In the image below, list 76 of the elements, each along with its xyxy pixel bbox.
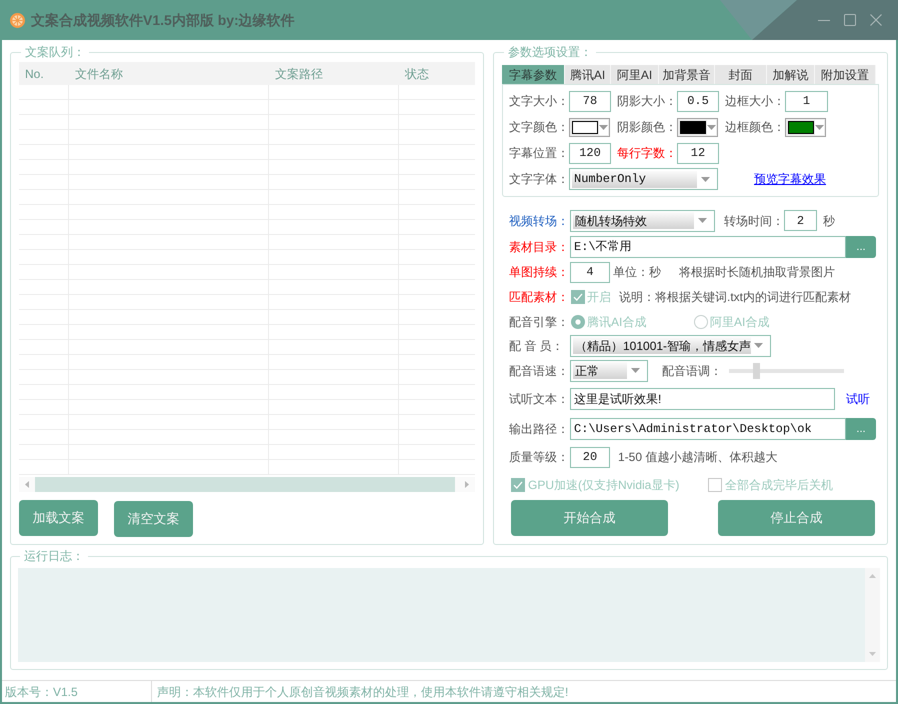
tab[interactable]: 附加设置: [815, 65, 876, 84]
hint-text: 1-50 值越小越清晰、体积越大: [618, 449, 778, 466]
hint-text: 将根据时长随机抽取背景图片: [679, 264, 835, 281]
caret-icon: [630, 368, 640, 373]
field-label: 配 音 员：: [509, 338, 565, 352]
hint-text: 说明：将根据关键词.txt内的词进行匹配素材: [619, 289, 852, 306]
scroll-up-icon[interactable]: [869, 574, 876, 578]
field-label: 阴影颜色：: [617, 120, 677, 134]
caret-icon: [599, 124, 608, 130]
field-label: 转场时间：: [724, 212, 784, 230]
unit-text: 单位：秒: [613, 264, 661, 281]
tab[interactable]: 腾讯AI: [565, 65, 611, 84]
listen-link[interactable]: 试听: [846, 390, 870, 408]
tab[interactable]: 封面: [715, 65, 767, 84]
path-field[interactable]: C:\Users\Administrator\Desktop\ok: [570, 418, 846, 440]
field-label: 边框颜色：: [725, 120, 785, 134]
preview-link[interactable]: 预览字幕效果: [754, 170, 826, 188]
dropdown[interactable]: （精品）101001-智瑜，情感女声: [570, 334, 771, 356]
dropdown[interactable]: NumberOnly: [569, 168, 718, 190]
path-field[interactable]: E:\不常用: [570, 236, 846, 258]
field-label: 文字大小：: [509, 94, 569, 108]
field-label: 配音语调：: [662, 364, 722, 378]
scroll-left-icon[interactable]: [25, 481, 29, 488]
field-label: 文字颜色：: [509, 120, 569, 134]
close-icon[interactable]: [870, 14, 882, 26]
caret-icon: [754, 343, 764, 348]
tab[interactable]: 字幕参数: [502, 65, 565, 84]
number-field[interactable]: 1: [785, 90, 828, 112]
color-picker[interactable]: [569, 118, 610, 136]
dropdown[interactable]: 随机转场特效: [570, 210, 715, 232]
text-field[interactable]: 这里是试听效果!: [570, 388, 835, 410]
field-label: 配音语速：: [509, 364, 570, 378]
caret-icon: [707, 124, 716, 130]
number-field[interactable]: 12: [677, 142, 719, 164]
scroll-right-icon[interactable]: [465, 481, 469, 488]
tab[interactable]: 加背景音: [659, 65, 715, 84]
number-field[interactable]: 78: [569, 90, 611, 112]
field-label: 质量等级：: [509, 450, 570, 464]
color-picker[interactable]: [785, 118, 826, 136]
field-label: 配音引擎：: [509, 315, 570, 329]
group-title: 运行日志：: [23, 549, 85, 563]
version-label: 版本号：V1.5: [2, 681, 152, 702]
caret-icon: [700, 176, 710, 182]
caret-icon: [815, 124, 824, 130]
fruit-slice-icon: [10, 12, 25, 28]
number-field[interactable]: 120: [569, 142, 611, 164]
window-title: 文案合成视频软件V1.5内部版 by:边缘软件: [31, 10, 295, 30]
maximize-icon[interactable]: [844, 14, 856, 26]
field-label: 文字字体：: [509, 172, 569, 186]
notice-text: 声明：本软件仅用于个人原创音视频素材的处理，使用本软件请遵守相关规定!: [156, 684, 568, 700]
color-picker[interactable]: [677, 118, 718, 136]
scroll-down-icon[interactable]: [869, 652, 876, 656]
field-label: 匹配素材：: [509, 290, 570, 304]
dropdown[interactable]: 正常: [570, 360, 648, 382]
field-label: 字幕位置：: [509, 146, 569, 160]
slider-track[interactable]: [729, 362, 844, 378]
unit-text: 秒: [823, 212, 835, 230]
number-field[interactable]: 20: [570, 446, 610, 468]
vertical-scrollbar[interactable]: [865, 568, 880, 662]
field-label: 阴影大小：: [617, 94, 677, 108]
tab[interactable]: 加解说: [767, 65, 815, 84]
field-label: 单图持续：: [509, 265, 570, 279]
field-label: 边框大小：: [725, 94, 785, 108]
number-field[interactable]: 0.5: [677, 90, 719, 112]
caret-icon: [698, 218, 706, 223]
field-label: 每行字数：: [617, 146, 677, 160]
field-label: 试听文本：: [509, 392, 570, 406]
slider-thumb[interactable]: [753, 362, 760, 378]
number-field[interactable]: 2: [784, 210, 817, 231]
field-label: 素材目录：: [509, 240, 570, 254]
field-label: 输出路径：: [509, 422, 570, 436]
number-field[interactable]: 4: [570, 262, 610, 282]
group-title: 参数选项设置：: [507, 45, 593, 59]
group-title: 文案队列：: [24, 45, 86, 59]
field-label: 视频转场：: [509, 214, 570, 228]
tab[interactable]: 阿里AI: [611, 65, 659, 84]
